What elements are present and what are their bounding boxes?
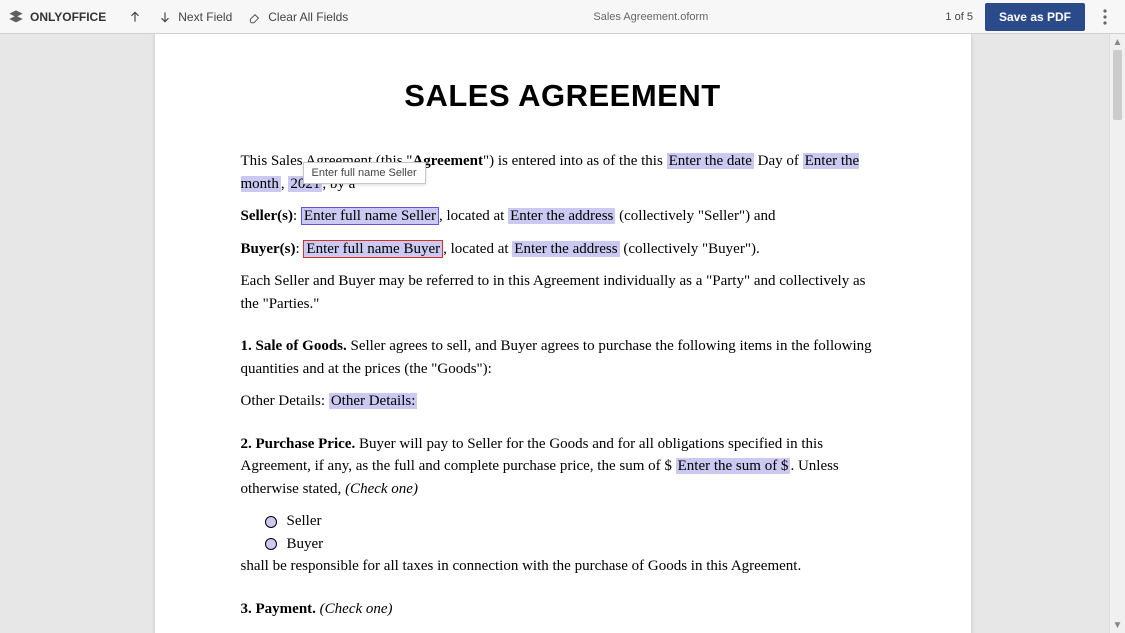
radio-seller[interactable] bbox=[265, 516, 277, 528]
field-seller-address[interactable]: Enter the address bbox=[508, 208, 615, 224]
radio-buyer[interactable] bbox=[265, 538, 277, 550]
viewport: SALES AGREEMENT This Sales Agreement (th… bbox=[0, 34, 1125, 633]
field-sum[interactable]: Enter the sum of $ bbox=[676, 458, 791, 474]
clear-all-label: Clear All Fields bbox=[268, 10, 348, 24]
scroll-up-button[interactable]: ▲ bbox=[1110, 34, 1125, 50]
document-title: Sales Agreement.oform bbox=[356, 11, 945, 23]
prev-field-button[interactable] bbox=[120, 6, 150, 28]
scrollbar[interactable]: ▲ ▼ bbox=[1109, 34, 1125, 633]
next-field-button[interactable]: Next Field bbox=[150, 6, 240, 28]
kebab-icon bbox=[1103, 9, 1107, 25]
save-as-pdf-button[interactable]: Save as PDF bbox=[985, 3, 1085, 31]
eraser-icon bbox=[248, 10, 262, 24]
next-field-label: Next Field bbox=[178, 10, 232, 24]
scroll-down-button[interactable]: ▼ bbox=[1110, 617, 1125, 633]
section-1: 1. Sale of Goods. Seller agrees to sell,… bbox=[241, 335, 885, 380]
page: SALES AGREEMENT This Sales Agreement (th… bbox=[155, 34, 971, 633]
page-title: SALES AGREEMENT bbox=[241, 78, 885, 114]
logo-icon bbox=[8, 9, 24, 25]
field-other-details[interactable]: Other Details: bbox=[329, 393, 418, 409]
other-details-row: Other Details: Other Details: bbox=[241, 390, 885, 413]
option-seller-row: Seller bbox=[265, 510, 885, 533]
field-date[interactable]: Enter the date bbox=[667, 153, 754, 169]
more-menu-button[interactable] bbox=[1093, 5, 1117, 29]
seller-row: Seller(s): Enter full name Seller, locat… bbox=[241, 205, 885, 228]
toolbar: ONLYOFFICE Next Field Clear All Fields S… bbox=[0, 0, 1125, 34]
section-2-tail: shall be responsible for all taxes in co… bbox=[241, 555, 885, 578]
page-indicator: 1 of 5 bbox=[945, 11, 973, 23]
field-buyer-name[interactable]: Enter full name Buyer bbox=[303, 240, 443, 258]
field-seller-name[interactable]: Enter full name Seller bbox=[301, 207, 439, 225]
clear-all-button[interactable]: Clear All Fields bbox=[240, 6, 356, 28]
option-buyer-row: Buyer bbox=[265, 533, 885, 556]
scroll-thumb[interactable] bbox=[1113, 50, 1122, 120]
app-logo: ONLYOFFICE bbox=[8, 9, 106, 25]
section-2: 2. Purchase Price. Buyer will pay to Sel… bbox=[241, 433, 885, 501]
section-3: 3. Payment. (Check one) bbox=[241, 598, 885, 621]
buyer-row: Buyer(s): Enter full name Buyer, located… bbox=[241, 238, 885, 261]
field-tooltip: Enter full name Seller bbox=[303, 162, 426, 184]
app-name: ONLYOFFICE bbox=[30, 10, 106, 24]
field-buyer-address[interactable]: Enter the address bbox=[512, 241, 619, 257]
parties-paragraph: Each Seller and Buyer may be referred to… bbox=[241, 270, 885, 315]
